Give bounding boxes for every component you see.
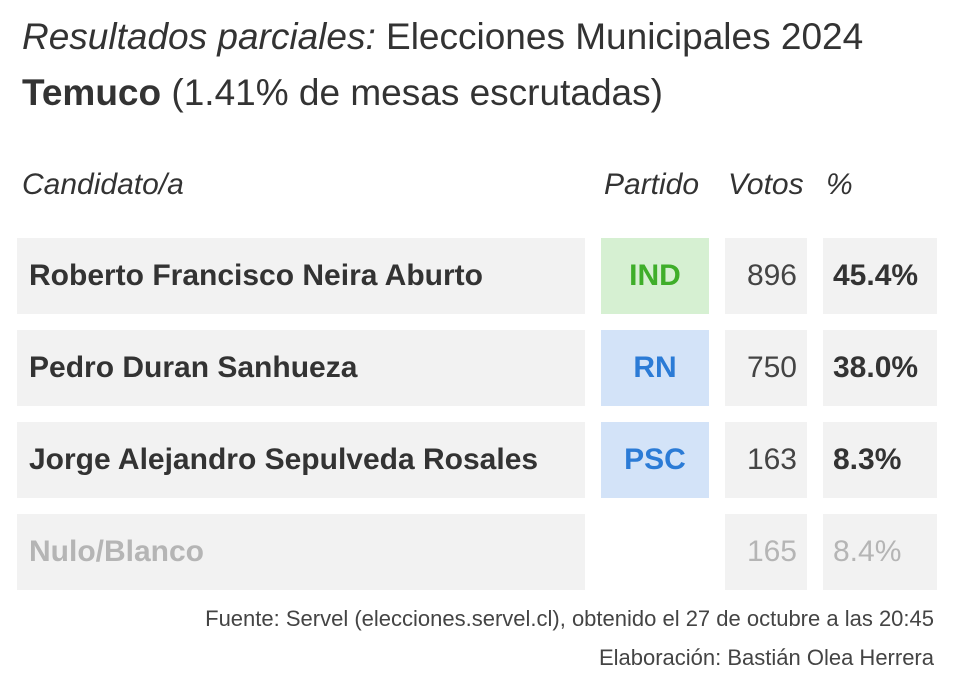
vote-percent: 8.3%: [823, 422, 937, 498]
party-badge: PSC: [601, 422, 709, 498]
candidate-name: Pedro Duran Sanhueza: [17, 330, 585, 406]
source-note: Fuente: Servel (elecciones.servel.cl), o…: [205, 606, 934, 631]
table-row: Pedro Duran Sanhueza RN 750 38.0%: [0, 330, 954, 406]
title-italic: Resultados parciales:: [22, 16, 376, 57]
title-election: Elecciones Municipales 2024: [375, 16, 864, 57]
party-empty: [601, 514, 709, 590]
vote-count: 896: [725, 238, 807, 314]
table-row-null-blank: Nulo/Blanco 165 8.4%: [0, 514, 954, 590]
title-line-2: Temuco (1.41% de mesas escrutadas): [22, 72, 663, 114]
vote-percent: 38.0%: [823, 330, 937, 406]
vote-percent: 45.4%: [823, 238, 937, 314]
title-line-1: Resultados parciales: Elecciones Municip…: [22, 16, 863, 58]
column-header-percent: %: [826, 168, 853, 201]
candidate-name: Roberto Francisco Neira Aburto: [17, 238, 585, 314]
table-row: Jorge Alejandro Sepulveda Rosales PSC 16…: [0, 422, 954, 498]
credit-note: Elaboración: Bastián Olea Herrera: [598, 645, 934, 670]
vote-count: 163: [725, 422, 807, 498]
candidate-name: Jorge Alejandro Sepulveda Rosales: [17, 422, 585, 498]
vote-percent: 8.4%: [823, 514, 937, 590]
city-name: Temuco: [22, 72, 162, 113]
vote-count: 750: [725, 330, 807, 406]
vote-count: 165: [725, 514, 807, 590]
progress-text: (1.41% de mesas escrutadas): [161, 72, 663, 113]
column-header-party: Partido: [604, 168, 700, 201]
party-badge: RN: [601, 330, 709, 406]
candidate-name: Nulo/Blanco: [17, 514, 585, 590]
column-header-candidate: Candidato/a: [22, 168, 184, 201]
party-badge: IND: [601, 238, 709, 314]
table-row: Roberto Francisco Neira Aburto IND 896 4…: [0, 238, 954, 314]
column-header-votes: Votos: [728, 168, 804, 201]
